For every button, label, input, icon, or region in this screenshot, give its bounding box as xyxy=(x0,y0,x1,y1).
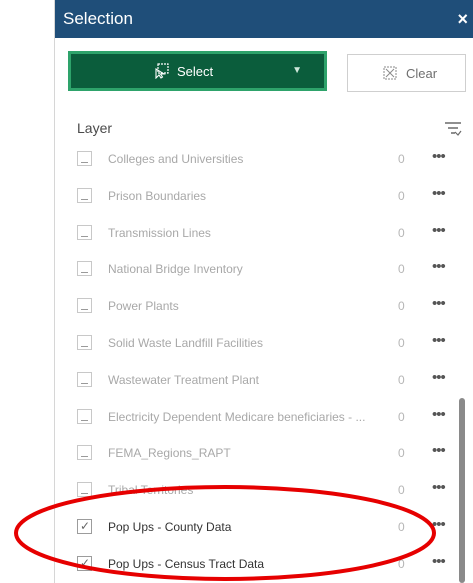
more-options-icon[interactable]: ••• xyxy=(432,332,446,349)
select-button[interactable]: Select ▼ xyxy=(68,51,327,91)
more-options-icon[interactable]: ••• xyxy=(432,148,446,165)
layer-checkbox[interactable] xyxy=(77,261,92,277)
layer-checkbox[interactable] xyxy=(77,151,92,166)
selection-count: 0 xyxy=(398,299,405,314)
layer-name: Transmission Lines xyxy=(108,225,211,240)
layer-name: National Bridge Inventory xyxy=(108,262,243,277)
selection-toolbar: Select ▼ Clear xyxy=(55,51,473,92)
checkmark-icon: ✓ xyxy=(80,555,91,570)
selection-count: 0 xyxy=(398,262,405,277)
selection-count: 0 xyxy=(398,556,405,571)
layer-name: Pop Ups - County Data xyxy=(108,520,232,534)
layer-column-label: Layer xyxy=(77,120,113,136)
layer-checkbox[interactable] xyxy=(77,335,92,350)
layer-checkbox[interactable] xyxy=(77,187,92,203)
selection-count: 0 xyxy=(398,188,405,203)
layer-list: Colleges and Universities 0 ••• Prison Boun… xyxy=(55,144,460,583)
select-rectangle-icon xyxy=(155,63,169,79)
layer-checkbox-checked[interactable]: ✓ xyxy=(77,555,92,571)
filter-icon[interactable] xyxy=(444,120,462,138)
layer-list-header: Layer xyxy=(77,120,462,142)
more-options-icon[interactable]: ••• xyxy=(432,369,446,386)
layer-name: Electricity Dependent Medicare beneficia… xyxy=(108,409,366,424)
layer-checkbox[interactable] xyxy=(77,482,92,498)
selection-count: 0 xyxy=(398,446,405,461)
more-options-icon[interactable]: ••• xyxy=(432,185,446,202)
more-options-icon[interactable]: ••• xyxy=(432,295,446,312)
checkmark-icon: ✓ xyxy=(80,519,91,533)
scrollbar[interactable] xyxy=(459,398,465,583)
more-options-icon[interactable]: ••• xyxy=(432,442,446,459)
layer-name: Power Plants xyxy=(108,299,179,314)
selection-count: 0 xyxy=(398,336,405,350)
more-options-icon[interactable]: ••• xyxy=(432,406,446,423)
more-options-icon[interactable]: ••• xyxy=(432,222,446,239)
layer-row[interactable]: Electricity Dependent Medicare beneficia… xyxy=(55,400,460,436)
clear-button-label: Clear xyxy=(406,66,438,81)
chevron-down-icon[interactable]: ▼ xyxy=(292,65,302,76)
layer-name: Tribal Territories xyxy=(108,483,194,498)
layer-name: Wastewater Treatment Plant xyxy=(108,372,259,387)
more-options-icon[interactable]: ••• xyxy=(432,479,446,496)
layer-checkbox[interactable] xyxy=(77,408,92,424)
more-options-icon[interactable]: ••• xyxy=(432,516,446,533)
layer-row[interactable]: ✓ Pop Ups - Census Tract Data 0 ••• xyxy=(55,547,460,583)
layer-checkbox[interactable] xyxy=(77,371,92,387)
layer-row[interactable]: National Bridge Inventory 0 ••• xyxy=(55,252,460,288)
layer-row[interactable]: Colleges and Universities 0 ••• xyxy=(55,144,460,178)
layer-name: FEMA_Regions_RAPT xyxy=(108,446,231,461)
layer-row[interactable]: Transmission Lines 0 ••• xyxy=(55,216,460,252)
layer-name: Prison Boundaries xyxy=(108,188,207,203)
selection-count: 0 xyxy=(398,152,405,166)
layer-row[interactable]: Tribal Territories 0 ••• xyxy=(55,473,460,509)
selection-count: 0 xyxy=(398,409,405,424)
close-icon[interactable]: × xyxy=(457,9,468,30)
selection-count: 0 xyxy=(398,372,405,387)
clear-button[interactable]: Clear xyxy=(347,54,466,92)
layer-checkbox[interactable] xyxy=(77,224,92,240)
layer-name: Colleges and Universities xyxy=(108,152,244,166)
layer-row[interactable]: FEMA_Regions_RAPT 0 ••• xyxy=(55,436,460,472)
more-options-icon[interactable]: ••• xyxy=(432,258,446,275)
layer-row[interactable]: ✓ Pop Ups - County Data 0 ••• xyxy=(55,510,460,546)
clear-selection-icon xyxy=(383,66,397,80)
layer-name: Solid Waste Landfill Facilities xyxy=(108,336,263,350)
layer-row[interactable]: Wastewater Treatment Plant 0 ••• xyxy=(55,363,460,399)
layer-row[interactable]: Power Plants 0 ••• xyxy=(55,289,460,325)
layer-row[interactable]: Solid Waste Landfill Facilities 0 ••• xyxy=(55,326,460,362)
selection-count: 0 xyxy=(398,483,405,498)
selection-count: 0 xyxy=(398,520,405,534)
selection-panel: Selection × Select ▼ Clear Layer College… xyxy=(54,0,473,583)
layer-checkbox[interactable] xyxy=(77,445,92,461)
more-options-icon[interactable]: ••• xyxy=(432,553,446,570)
layer-checkbox[interactable] xyxy=(77,298,92,314)
panel-header: Selection × xyxy=(55,0,473,38)
selection-count: 0 xyxy=(398,225,405,240)
select-button-label: Select xyxy=(177,64,214,79)
panel-title: Selection xyxy=(63,9,133,28)
layer-row[interactable]: Prison Boundaries 0 ••• xyxy=(55,179,460,215)
layer-checkbox-checked[interactable]: ✓ xyxy=(77,519,92,534)
layer-name: Pop Ups - Census Tract Data xyxy=(108,556,265,571)
